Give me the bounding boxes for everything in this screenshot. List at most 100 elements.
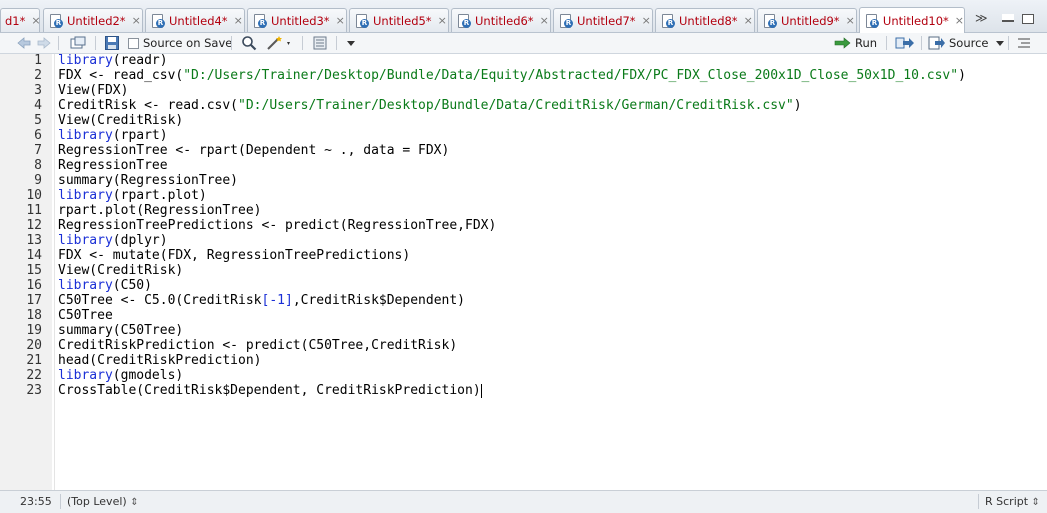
- forward-button[interactable]: [36, 35, 52, 51]
- close-tab-icon[interactable]: ×: [744, 14, 753, 27]
- scope-selector[interactable]: (Top Level) ⇕: [67, 495, 139, 508]
- updown-icon: ⇕: [1031, 497, 1040, 508]
- save-button[interactable]: [104, 35, 120, 51]
- tab-1[interactable]: d1* ×: [0, 8, 41, 32]
- r-file-icon: R: [559, 13, 573, 28]
- find-replace-button[interactable]: [241, 35, 257, 51]
- compile-report-icon: [313, 36, 327, 50]
- line-number: 7: [34, 143, 42, 158]
- line-number: 18: [26, 308, 42, 323]
- line-number: 14: [26, 248, 42, 263]
- code-text: CreditRiskPrediction <- predict(C50Tree,…: [58, 338, 458, 353]
- code-text: summary(C50Tree): [58, 323, 184, 338]
- back-button[interactable]: [16, 35, 32, 51]
- forward-arrow-icon: [37, 37, 51, 49]
- code-text: summary(RegressionTree): [58, 173, 239, 188]
- code-text: RegressionTree <- rpart(Dependent ~ ., d…: [58, 143, 450, 158]
- close-tab-icon[interactable]: ×: [438, 14, 447, 27]
- line-number: 21: [26, 353, 42, 368]
- rerun-button[interactable]: [895, 35, 915, 51]
- tab-overflow-icon[interactable]: ≫: [975, 11, 988, 25]
- line-number: 9: [34, 173, 42, 188]
- line-number: 10: [26, 188, 42, 203]
- run-label: Run: [855, 36, 878, 50]
- source-icon: [928, 36, 945, 50]
- tab-10[interactable]: R Untitled10* ×: [859, 7, 965, 33]
- line-number: 16: [26, 278, 42, 293]
- r-file-icon: R: [49, 13, 63, 28]
- code-text: rpart.plot(RegressionTree): [58, 203, 262, 218]
- tab-label: Untitled6*: [475, 13, 534, 28]
- tab-5[interactable]: R Untitled5* ×: [349, 8, 449, 32]
- tab-2[interactable]: R Untitled2* ×: [43, 8, 143, 32]
- run-button[interactable]: Run: [834, 35, 877, 51]
- code-text: C50Tree: [58, 308, 113, 323]
- tab-label: Untitled8*: [679, 13, 738, 28]
- line-number: 20: [26, 338, 42, 353]
- code-text: View(CreditRisk): [58, 113, 184, 128]
- code-text: C50Tree <- C5.0(CreditRisk[-1],CreditRis…: [58, 293, 465, 308]
- tab-4[interactable]: R Untitled3* ×: [247, 8, 347, 32]
- close-tab-icon[interactable]: ×: [132, 14, 141, 27]
- text-cursor: [480, 383, 482, 398]
- tab-6[interactable]: R Untitled6* ×: [451, 8, 551, 32]
- r-file-icon: R: [355, 13, 369, 28]
- line-number: 3: [34, 83, 42, 98]
- tab-8[interactable]: R Untitled8* ×: [655, 8, 755, 32]
- line-number: 17: [26, 293, 42, 308]
- scope-label: (Top Level): [67, 495, 127, 508]
- code-text: View(FDX): [58, 83, 129, 98]
- code-text: CreditRisk <- read.csv("D:/Users/Trainer…: [58, 98, 802, 113]
- code-text: RegressionTree: [58, 158, 168, 173]
- r-file-icon: R: [763, 13, 777, 28]
- file-type-label: R Script: [985, 495, 1029, 508]
- code-tools-button[interactable]: [266, 35, 292, 51]
- source-button[interactable]: Source: [928, 35, 1005, 51]
- code-text: library(rpart.plot): [58, 188, 207, 203]
- code-text: library(gmodels): [58, 368, 184, 383]
- code-text: FDX <- read_csv("D:/Users/Trainer/Deskto…: [58, 68, 966, 83]
- close-tab-icon[interactable]: ×: [540, 14, 549, 27]
- source-on-save-label: Source on Save: [143, 36, 233, 50]
- tab-label: Untitled9*: [781, 13, 840, 28]
- options-dropdown-button[interactable]: [346, 35, 356, 51]
- editor-tab-bar: d1* × R Untitled2* × R Untitled4* × R Untitled3* ×…: [0, 0, 1047, 33]
- chevron-down-icon: [347, 41, 355, 46]
- close-tab-icon[interactable]: ×: [31, 14, 40, 27]
- r-file-icon: R: [661, 13, 675, 28]
- tab-3[interactable]: R Untitled4* ×: [145, 8, 245, 32]
- line-number: 6: [34, 128, 42, 143]
- show-in-new-window-button[interactable]: [70, 35, 86, 51]
- r-file-icon: R: [865, 13, 879, 28]
- document-outline-button[interactable]: [1016, 35, 1032, 51]
- close-tab-icon[interactable]: ×: [234, 14, 243, 27]
- file-type-selector[interactable]: R Script ⇕: [985, 495, 1040, 508]
- code-text: FDX <- mutate(FDX, RegressionTreePredict…: [58, 248, 411, 263]
- source-on-save-check[interactable]: [128, 37, 139, 49]
- updown-icon: ⇕: [130, 497, 139, 508]
- outline-icon: [1018, 38, 1030, 48]
- minimize-pane-icon[interactable]: [1002, 14, 1014, 22]
- close-tab-icon[interactable]: ×: [336, 14, 345, 27]
- source-on-save-checkbox[interactable]: Source on Save: [128, 35, 232, 51]
- code-text: library(readr): [58, 53, 168, 68]
- code-text: CrossTable(CreditRisk$Dependent, CreditR…: [58, 383, 482, 398]
- tab-7[interactable]: R Untitled7* ×: [553, 8, 653, 32]
- close-tab-icon[interactable]: ×: [955, 14, 964, 27]
- maximize-pane-icon[interactable]: [1022, 14, 1034, 24]
- tab-label: Untitled5*: [373, 13, 432, 28]
- tab-9[interactable]: R Untitled9* ×: [757, 8, 857, 32]
- close-tab-icon[interactable]: ×: [642, 14, 651, 27]
- line-number: 11: [26, 203, 42, 218]
- code-text: RegressionTreePredictions <- predict(Reg…: [58, 218, 497, 233]
- r-file-icon: R: [253, 13, 267, 28]
- line-number: 2: [34, 68, 42, 83]
- close-tab-icon[interactable]: ×: [846, 14, 855, 27]
- cursor-position: 23:55: [20, 495, 52, 508]
- tab-label: Untitled3*: [271, 13, 330, 28]
- compile-report-button[interactable]: [312, 35, 328, 51]
- line-number: 4: [34, 98, 42, 113]
- save-icon: [105, 36, 119, 50]
- status-bar: 23:55 (Top Level) ⇕ R Script ⇕: [0, 490, 1047, 513]
- chevron-down-icon: [995, 41, 1004, 46]
